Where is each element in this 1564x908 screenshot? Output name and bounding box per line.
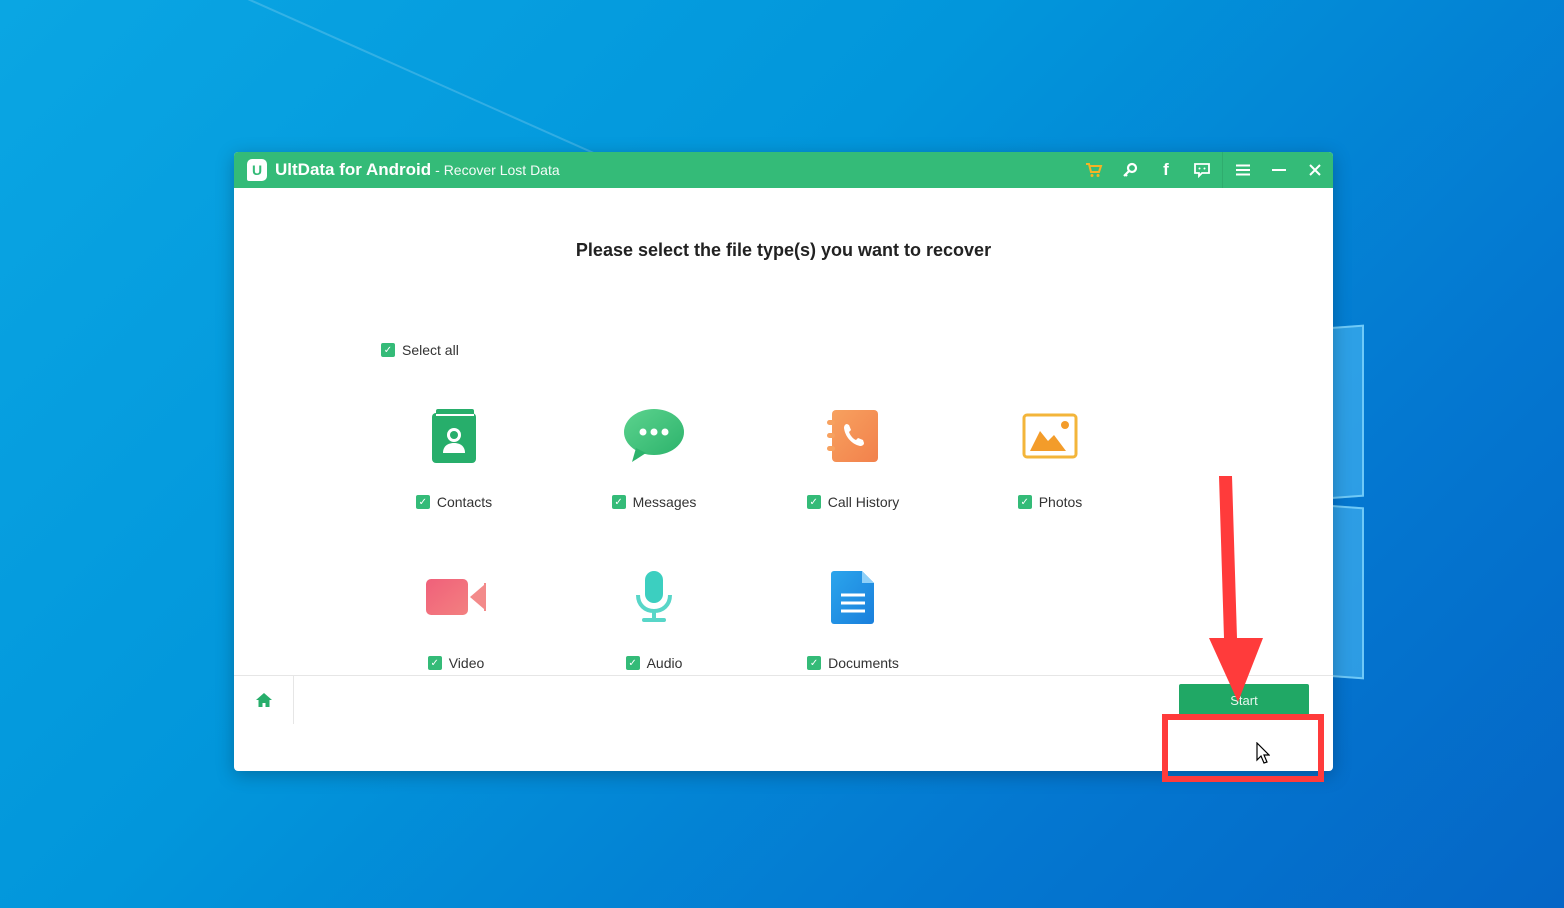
cart-icon (1086, 163, 1103, 177)
checkbox-checked-icon[interactable]: ✓ (427, 656, 442, 670)
call-history-icon (821, 404, 885, 468)
title-bar-divider (1222, 152, 1223, 188)
app-name: UltData for Android (275, 160, 432, 179)
main-content: Please select the file type(s) you want … (234, 188, 1333, 724)
video-checkbox[interactable]: ✓ Video (427, 655, 485, 671)
minimize-button[interactable] (1261, 152, 1297, 188)
file-type-video[interactable]: ✓ Video (376, 565, 536, 671)
cart-button[interactable] (1076, 152, 1112, 188)
title-bar: U UltData for Android - Recover Lost Dat… (234, 152, 1333, 188)
file-type-photos[interactable]: ✓ Photos (970, 404, 1130, 510)
key-button[interactable] (1112, 152, 1148, 188)
photos-icon (1018, 404, 1082, 468)
call-history-label: Call History (827, 494, 900, 510)
feedback-button[interactable] (1184, 152, 1220, 188)
documents-label: Documents (828, 655, 899, 671)
file-type-contacts[interactable]: ✓ Contacts (374, 404, 534, 510)
checkbox-checked-icon[interactable]: ✓ (807, 656, 822, 670)
app-logo-icon: U (247, 159, 267, 181)
contacts-icon (422, 404, 486, 468)
file-type-audio[interactable]: ✓ Audio (574, 565, 734, 671)
footer-bar: Start (234, 675, 1333, 724)
documents-icon (821, 565, 885, 629)
messages-label: Messages (632, 494, 697, 510)
minimize-icon (1272, 169, 1286, 171)
call-history-checkbox[interactable]: ✓ Call History (806, 494, 900, 510)
photos-checkbox[interactable]: ✓ Photos (1017, 494, 1083, 510)
menu-button[interactable] (1225, 152, 1261, 188)
menu-icon (1236, 164, 1250, 176)
contacts-label: Contacts (436, 494, 493, 510)
messages-checkbox[interactable]: ✓ Messages (611, 494, 697, 510)
home-button[interactable] (234, 675, 294, 724)
video-icon (424, 565, 488, 629)
audio-checkbox[interactable]: ✓ Audio (625, 655, 683, 671)
home-icon (255, 692, 272, 707)
feedback-icon (1194, 163, 1210, 178)
checkbox-checked-icon[interactable]: ✓ (611, 495, 626, 509)
select-all-checkbox[interactable]: ✓ Select all (381, 342, 459, 358)
file-type-documents[interactable]: ✓ Documents (773, 565, 933, 671)
audio-icon (622, 565, 686, 629)
checkbox-checked-icon[interactable]: ✓ (806, 495, 821, 509)
video-label: Video (448, 655, 485, 671)
checkbox-checked-icon[interactable]: ✓ (415, 495, 430, 509)
page-heading: Please select the file type(s) you want … (575, 240, 992, 260)
messages-icon (622, 404, 686, 468)
start-button[interactable]: Start (1179, 684, 1309, 716)
app-window: U UltData for Android - Recover Lost Dat… (234, 152, 1333, 771)
app-subtitle: - Recover Lost Data (435, 162, 560, 178)
checkbox-checked-icon[interactable]: ✓ (625, 656, 640, 670)
photos-label: Photos (1038, 494, 1083, 510)
close-button[interactable] (1297, 152, 1333, 188)
title-bar-controls: f (1076, 152, 1333, 188)
checkbox-checked-icon[interactable]: ✓ (1017, 495, 1032, 509)
file-type-messages[interactable]: ✓ Messages (574, 404, 734, 510)
contacts-checkbox[interactable]: ✓ Contacts (415, 494, 493, 510)
file-type-call-history[interactable]: ✓ Call History (773, 404, 933, 510)
facebook-icon: f (1163, 160, 1169, 179)
key-icon (1123, 162, 1138, 177)
audio-label: Audio (646, 655, 683, 671)
close-icon (1309, 164, 1321, 176)
documents-checkbox[interactable]: ✓ Documents (807, 655, 899, 671)
facebook-button[interactable]: f (1148, 152, 1184, 188)
select-all-label: Select all (402, 342, 459, 358)
checkbox-checked-icon[interactable]: ✓ (381, 343, 395, 357)
